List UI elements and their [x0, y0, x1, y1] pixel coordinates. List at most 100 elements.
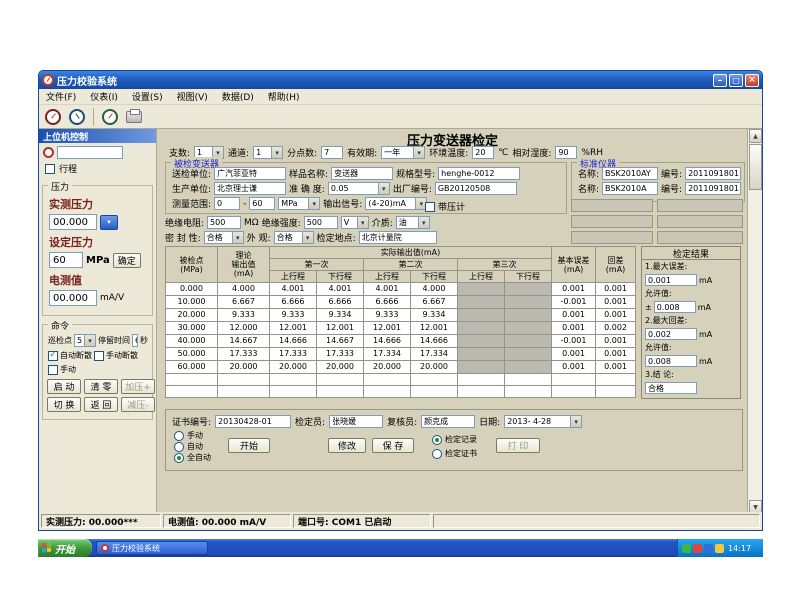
start-button[interactable]: 开始: [38, 539, 92, 557]
certificate-radio[interactable]: [432, 449, 442, 459]
clock: 14:17: [728, 544, 751, 553]
standard-no2-input[interactable]: 2011091801: [685, 182, 741, 195]
validity-select[interactable]: 一年: [381, 146, 425, 159]
measured-pressure-dropdown[interactable]: [100, 215, 118, 230]
range-high-input[interactable]: 60: [249, 197, 275, 210]
table-row[interactable]: 10.0006.6676.6666.6666.6666.667-0.0010.0…: [166, 296, 636, 309]
insulation-s-input[interactable]: 500: [304, 216, 338, 229]
gauge-checkbox[interactable]: [425, 202, 435, 212]
sender-input[interactable]: 广汽菲亚特: [214, 167, 286, 180]
points-input[interactable]: 7: [321, 146, 343, 159]
travel-checkbox[interactable]: [45, 164, 55, 174]
allow2-unit: mA: [699, 357, 712, 366]
scroll-up-icon[interactable]: [749, 129, 762, 143]
measured-pressure-value[interactable]: 00.000: [49, 214, 97, 230]
manual-break-checkbox[interactable]: [94, 351, 104, 361]
table-cell: 17.333: [270, 348, 317, 361]
appearance-select[interactable]: 合格: [274, 231, 314, 244]
range-unit-select[interactable]: MPa: [278, 197, 320, 210]
table-row[interactable]: 0.0004.0004.0014.0014.0014.0000.0010.001: [166, 283, 636, 296]
switch-button[interactable]: 切 换: [47, 397, 81, 412]
maker-label: 生产单位:: [172, 182, 211, 195]
standard-name1-input[interactable]: BSK2010AY: [602, 167, 658, 180]
seal-select[interactable]: 合格: [204, 231, 244, 244]
menu-item[interactable]: 设置(S): [125, 89, 170, 104]
manual-checkbox[interactable]: [48, 365, 58, 375]
electric-value[interactable]: 00.000: [49, 290, 97, 306]
range-low-input[interactable]: 0: [214, 197, 240, 210]
gauge-icon[interactable]: [43, 107, 63, 127]
menu-item[interactable]: 帮助(H): [261, 89, 307, 104]
dwell-input[interactable]: 6: [132, 334, 138, 347]
cert-input[interactable]: 20130428-01: [215, 415, 291, 428]
table-row[interactable]: 30.00012.00012.00112.00112.00112.0010.00…: [166, 322, 636, 335]
menu-item[interactable]: 视图(V): [170, 89, 215, 104]
zero-button[interactable]: 清 零: [84, 379, 118, 394]
insulation-s-unit-select[interactable]: V: [341, 216, 369, 229]
table-row[interactable]: 60.00020.00020.00020.00020.00020.0000.00…: [166, 361, 636, 374]
calibrator-icon[interactable]: [100, 107, 120, 127]
printer-icon[interactable]: [124, 107, 144, 127]
channel-select[interactable]: 1: [253, 146, 283, 159]
temp-input[interactable]: 20: [472, 146, 494, 159]
verifier-input[interactable]: 张晓媛: [329, 415, 383, 428]
auto-radio[interactable]: [174, 442, 184, 452]
medium-select[interactable]: 油: [396, 216, 430, 229]
patrol-select[interactable]: 5: [74, 334, 96, 347]
tray-network-icon[interactable]: [704, 544, 713, 553]
minimize-button[interactable]: [713, 74, 727, 87]
record-radio[interactable]: [432, 435, 442, 445]
full-auto-radio[interactable]: [174, 453, 184, 463]
set-pressure-value[interactable]: 60: [49, 252, 83, 268]
location-input[interactable]: 北京计量院: [359, 231, 437, 244]
table-empty-row[interactable]: [166, 386, 636, 398]
tray-volume-icon[interactable]: [715, 544, 724, 553]
save-button[interactable]: 保 存: [372, 438, 414, 453]
insulation-r-input[interactable]: 500: [207, 216, 241, 229]
print-button[interactable]: 打 印: [496, 438, 540, 453]
pressurize-button[interactable]: 加压+: [121, 379, 155, 394]
table-cell: [458, 322, 505, 335]
window-title: 压力校验系统: [57, 73, 117, 88]
table-cell: 9.333: [270, 309, 317, 322]
scrollbar-thumb[interactable]: [749, 144, 762, 190]
signal-select[interactable]: (4-20)mA: [365, 197, 427, 210]
modify-button[interactable]: 修改: [328, 438, 366, 453]
gauge-checkbox-label: 带压计: [438, 200, 465, 213]
return-button[interactable]: 返 回: [84, 397, 118, 412]
table-row[interactable]: 50.00017.33317.33317.33317.33417.3340.00…: [166, 348, 636, 361]
meter-icon[interactable]: [67, 107, 87, 127]
vertical-scrollbar[interactable]: [747, 129, 762, 514]
chevron-down-icon: [302, 232, 313, 243]
menu-item[interactable]: 数据(D): [215, 89, 261, 104]
travel-input[interactable]: [57, 146, 123, 159]
depressurize-button[interactable]: 减压-: [121, 397, 155, 412]
table-row[interactable]: 40.00014.66714.66614.66714.66614.666-0.0…: [166, 335, 636, 348]
table-empty-row[interactable]: [166, 374, 636, 386]
tray-alert-icon[interactable]: [693, 544, 702, 553]
model-input[interactable]: henghe-0012: [438, 167, 520, 180]
title-bar[interactable]: 压力校验系统: [39, 71, 762, 89]
standard-no1-input[interactable]: 2011091801: [685, 167, 741, 180]
tray-shield-icon[interactable]: [682, 544, 691, 553]
close-button[interactable]: [745, 74, 759, 87]
serial-input[interactable]: GB20120508: [435, 182, 517, 195]
date-picker[interactable]: 2013- 4-28: [504, 415, 582, 428]
maximize-button[interactable]: [729, 74, 743, 87]
menu-item[interactable]: 仪表(I): [83, 89, 125, 104]
start-button[interactable]: 启 动: [47, 379, 81, 394]
standard-name2-input[interactable]: BSK2010A: [602, 182, 658, 195]
menu-item[interactable]: 文件(F): [39, 89, 83, 104]
auto-break-checkbox[interactable]: [48, 351, 58, 361]
begin-button[interactable]: 开始: [228, 438, 270, 453]
manual-radio[interactable]: [174, 431, 184, 441]
seal-row: 密 封 性: 合格 外 观: 合格 检定地点: 北京计量院: [165, 231, 437, 244]
humidity-input[interactable]: 90: [555, 146, 577, 159]
reviewer-input[interactable]: 颜克成: [421, 415, 475, 428]
sample-input[interactable]: 变送器: [331, 167, 393, 180]
taskbar-task[interactable]: 压力校验系统: [96, 541, 208, 555]
confirm-button[interactable]: 确定: [113, 253, 141, 268]
table-row[interactable]: 20.0009.3339.3339.3349.3339.3340.0010.00…: [166, 309, 636, 322]
maker-input[interactable]: 北京理士谦: [214, 182, 286, 195]
accuracy-select[interactable]: 0.05: [328, 182, 390, 195]
